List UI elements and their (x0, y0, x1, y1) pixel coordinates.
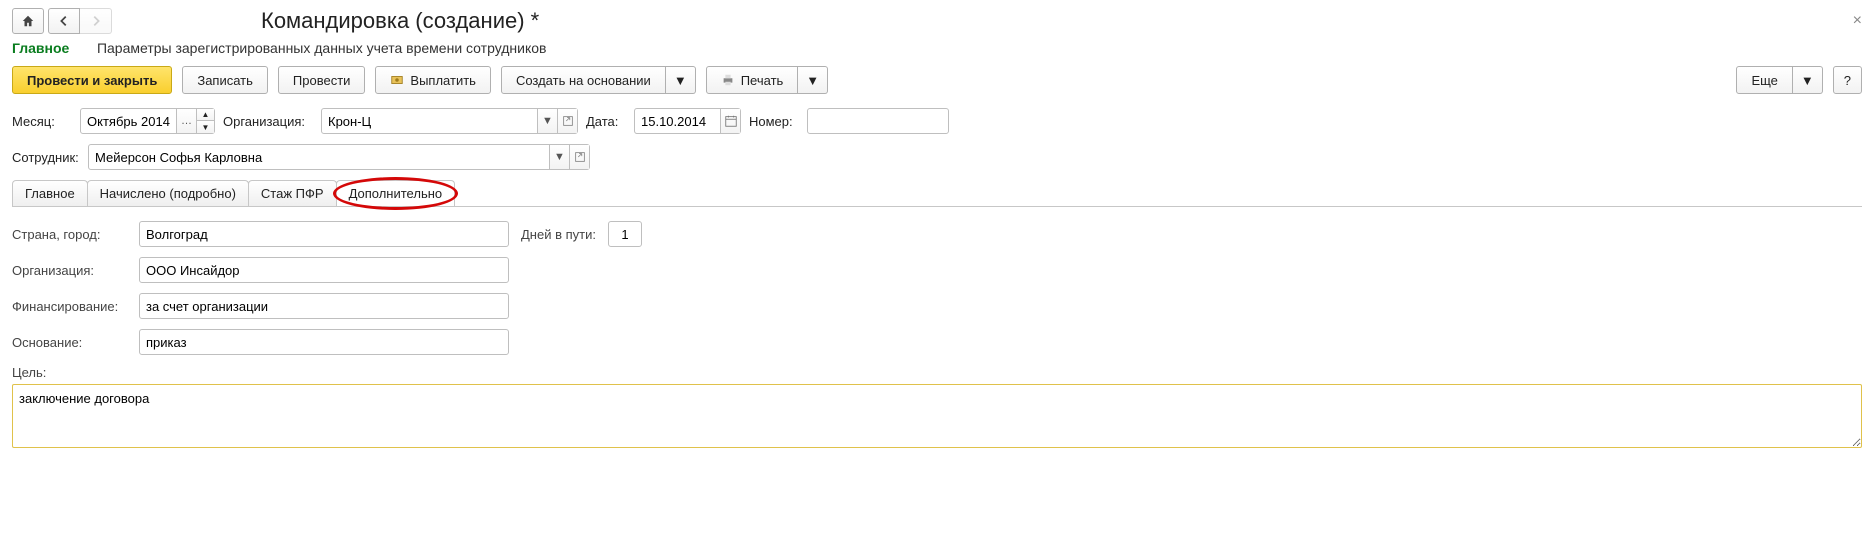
back-button[interactable] (48, 8, 80, 34)
post-button[interactable]: Провести (278, 66, 366, 94)
goal-textarea[interactable] (12, 384, 1862, 448)
funding-label: Финансирование: (12, 299, 127, 314)
employee-open-button[interactable] (569, 145, 589, 169)
org-field[interactable]: ▼ (321, 108, 578, 134)
days-road-label: Дней в пути: (521, 227, 596, 242)
create-from-dropdown[interactable]: ▼ (666, 66, 696, 94)
org-input[interactable] (322, 109, 537, 133)
nav-main[interactable]: Главное (12, 40, 69, 56)
print-button-label: Печать (741, 73, 784, 88)
dest-org-input[interactable] (139, 257, 509, 283)
days-road-input[interactable] (608, 221, 642, 247)
basis-input[interactable] (139, 329, 509, 355)
tab-main[interactable]: Главное (12, 180, 88, 206)
create-from-button[interactable]: Создать на основании (501, 66, 666, 94)
pay-button[interactable]: Выплатить (375, 66, 491, 94)
month-field[interactable]: … ▲ ▼ (80, 108, 215, 134)
pay-button-label: Выплатить (410, 73, 476, 88)
print-dropdown[interactable]: ▼ (798, 66, 828, 94)
tab-accrued[interactable]: Начислено (подробно) (87, 180, 249, 206)
tab-pfr[interactable]: Стаж ПФР (248, 180, 337, 206)
number-label: Номер: (749, 114, 799, 129)
country-city-label: Страна, город: (12, 227, 127, 242)
date-input[interactable] (635, 109, 720, 133)
employee-dropdown-button[interactable]: ▼ (549, 145, 569, 169)
printer-icon (721, 73, 735, 87)
home-icon (21, 14, 35, 28)
month-select-button[interactable]: … (176, 109, 196, 133)
org-open-button[interactable] (557, 109, 577, 133)
date-picker-button[interactable] (720, 109, 740, 133)
close-button[interactable]: × (1853, 12, 1862, 30)
toolbar: Провести и закрыть Записать Провести Вып… (12, 66, 1862, 94)
date-field[interactable] (634, 108, 741, 134)
open-ref-icon (561, 114, 575, 128)
month-input[interactable] (81, 109, 176, 133)
date-label: Дата: (586, 114, 626, 129)
month-up-button[interactable]: ▲ (196, 109, 214, 121)
chevron-down-icon: ▼ (806, 73, 819, 88)
org-label: Организация: (223, 114, 313, 129)
save-button[interactable]: Записать (182, 66, 268, 94)
number-input[interactable] (808, 109, 948, 133)
tab-bar: Главное Начислено (подробно) Стаж ПФР До… (12, 180, 1862, 207)
open-ref-icon (573, 150, 587, 164)
org-dropdown-button[interactable]: ▼ (537, 109, 557, 133)
funding-input[interactable] (139, 293, 509, 319)
dest-org-label: Организация: (12, 263, 127, 278)
chevron-down-icon: ▼ (1801, 73, 1814, 88)
forward-button (80, 8, 112, 34)
more-dropdown[interactable]: ▼ (1793, 66, 1823, 94)
chevron-down-icon: ▼ (674, 73, 687, 88)
basis-label: Основание: (12, 335, 127, 350)
tab-additional[interactable]: Дополнительно (336, 180, 456, 206)
print-button[interactable]: Печать (706, 66, 799, 94)
month-down-button[interactable]: ▼ (196, 121, 214, 133)
country-city-input[interactable] (139, 221, 509, 247)
arrow-left-icon (57, 14, 71, 28)
page-title: Командировка (создание) * (261, 8, 539, 34)
employee-field[interactable]: ▼ (88, 144, 590, 170)
post-and-close-button[interactable]: Провести и закрыть (12, 66, 172, 94)
help-button[interactable]: ? (1833, 66, 1862, 94)
calendar-icon (724, 114, 738, 128)
home-button[interactable] (12, 8, 44, 34)
more-button[interactable]: Еще (1736, 66, 1792, 94)
employee-label: Сотрудник: (12, 150, 80, 165)
arrow-right-icon (89, 14, 103, 28)
month-label: Месяц: (12, 114, 72, 129)
employee-input[interactable] (89, 145, 549, 169)
goal-label: Цель: (12, 365, 46, 380)
nav-params[interactable]: Параметры зарегистрированных данных учет… (97, 40, 547, 56)
money-icon (390, 73, 404, 87)
section-nav: Главное Параметры зарегистрированных дан… (12, 40, 1862, 56)
number-field[interactable] (807, 108, 949, 134)
